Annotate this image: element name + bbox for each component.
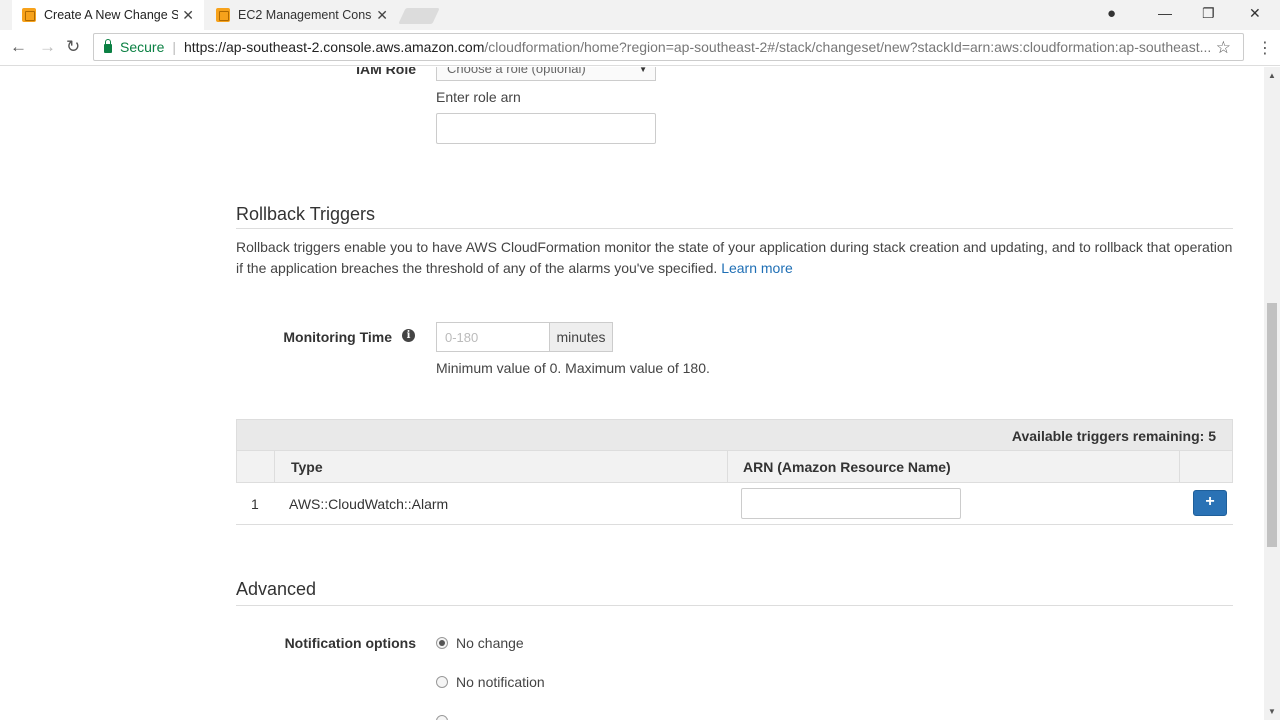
- tab-title: Create A New Change Se: [44, 8, 178, 22]
- rollback-description: Rollback triggers enable you to have AWS…: [236, 237, 1236, 279]
- role-arn-label: Enter role arn: [436, 89, 521, 105]
- iam-role-select-value: Choose a role (optional): [447, 67, 586, 76]
- url-host: https://ap-southeast-2.console.aws.amazo…: [184, 39, 485, 55]
- info-icon[interactable]: i: [402, 329, 415, 342]
- menu-icon[interactable]: ⋮: [1257, 38, 1273, 58]
- plus-icon: +: [1205, 493, 1215, 510]
- table-header: Type ARN (Amazon Resource Name): [236, 451, 1233, 483]
- close-icon[interactable]: ✕: [182, 7, 194, 24]
- triggers-remaining: Available triggers remaining: 5: [236, 419, 1233, 451]
- radio-no-change[interactable]: [436, 637, 448, 649]
- role-arn-input[interactable]: [436, 113, 656, 144]
- separator: |: [172, 39, 176, 55]
- bookmark-star-icon[interactable]: ☆: [1216, 38, 1231, 58]
- notification-options-label: Notification options: [284, 635, 416, 651]
- minutes-addon: minutes: [549, 323, 612, 351]
- browser-toolbar: ← → ↻ Secure | https://ap-southeast-2.co…: [0, 30, 1280, 66]
- reload-icon[interactable]: ↻: [66, 37, 80, 57]
- page-content: IAM Role Choose a role (optional) ▼ Ente…: [0, 67, 1264, 720]
- profile-icon[interactable]: ●: [1107, 5, 1116, 22]
- back-icon[interactable]: ←: [10, 37, 27, 57]
- divider: [236, 605, 1233, 606]
- aws-favicon-icon: [216, 8, 230, 22]
- chevron-down-icon: ▼: [639, 67, 647, 74]
- radio-next-option[interactable]: [436, 715, 448, 720]
- restore-icon[interactable]: ❐: [1202, 5, 1215, 22]
- learn-more-link[interactable]: Learn more: [721, 260, 793, 276]
- row-type: AWS::CloudWatch::Alarm: [289, 496, 449, 512]
- monitoring-time-field: 0-180 minutes: [436, 322, 613, 352]
- address-bar[interactable]: Secure | https://ap-southeast-2.console.…: [93, 33, 1244, 61]
- divider: [236, 228, 1233, 229]
- radio-no-notification[interactable]: [436, 676, 448, 688]
- url-path: /cloudformation/home?region=ap-southeast…: [484, 39, 1212, 55]
- arn-input[interactable]: [741, 488, 961, 519]
- advanced-title: Advanced: [236, 579, 317, 599]
- lock-icon: [104, 38, 112, 53]
- iam-role-select[interactable]: Choose a role (optional) ▼: [436, 67, 656, 81]
- secure-label: Secure: [120, 39, 165, 55]
- scroll-up-icon[interactable]: ▲: [1268, 71, 1276, 80]
- new-tab-button[interactable]: [398, 8, 440, 24]
- iam-role-label: IAM Role: [356, 67, 416, 77]
- tab-title: EC2 Management Consol: [238, 8, 372, 22]
- scroll-thumb[interactable]: [1267, 303, 1277, 547]
- triggers-table: Available triggers remaining: 5 Type ARN…: [236, 419, 1233, 525]
- radio-no-notification-label[interactable]: No notification: [456, 674, 545, 690]
- add-trigger-button[interactable]: +: [1193, 490, 1227, 516]
- column-header-type: Type: [274, 451, 727, 482]
- scroll-down-icon[interactable]: ▼: [1268, 707, 1276, 716]
- minimize-icon[interactable]: —: [1158, 5, 1172, 21]
- monitoring-time-input[interactable]: 0-180: [437, 323, 549, 351]
- rollback-triggers-title: Rollback Triggers: [236, 204, 376, 224]
- monitoring-time-label: Monitoring Time: [283, 329, 392, 345]
- radio-no-change-label[interactable]: No change: [456, 635, 524, 651]
- aws-favicon-icon: [22, 8, 36, 22]
- column-header-arn: ARN (Amazon Resource Name): [727, 451, 1179, 482]
- mouse-cursor: [1183, 632, 1195, 638]
- table-row: 1 AWS::CloudWatch::Alarm +: [236, 483, 1233, 525]
- row-index: 1: [251, 496, 259, 512]
- monitoring-hint: Minimum value of 0. Maximum value of 180…: [436, 360, 710, 376]
- window-close-icon[interactable]: ✕: [1249, 5, 1261, 22]
- column-header-actions: [1179, 451, 1233, 482]
- tab-create-change-set[interactable]: Create A New Change Se ✕: [12, 0, 204, 30]
- browser-tabstrip: Create A New Change Se ✕ EC2 Management …: [0, 0, 1280, 30]
- page-scrollbar[interactable]: ▲ ▼: [1264, 67, 1280, 720]
- tab-ec2-console[interactable]: EC2 Management Consol ✕: [206, 0, 398, 30]
- close-icon[interactable]: ✕: [376, 7, 388, 24]
- forward-icon[interactable]: →: [39, 37, 56, 57]
